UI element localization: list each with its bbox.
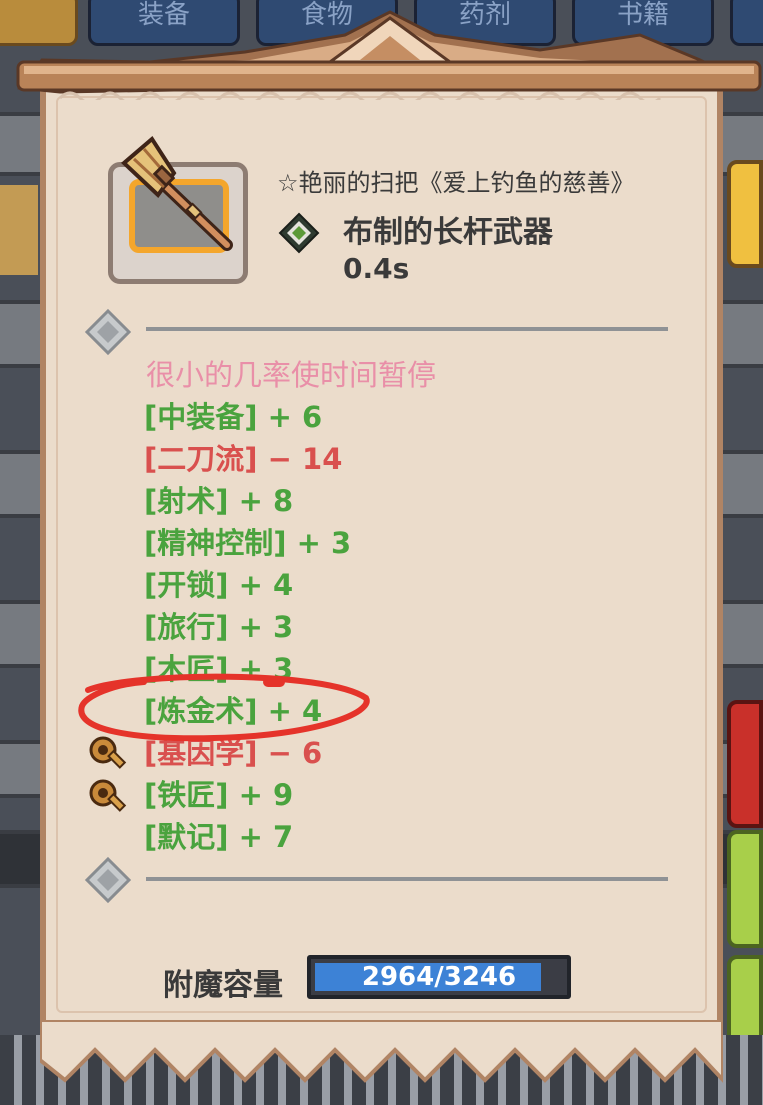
- stat-row: [默记] + 7: [144, 814, 293, 856]
- stat-value: + 4: [238, 568, 294, 602]
- stat-value: + 9: [238, 778, 294, 812]
- annotation-circle: [78, 673, 370, 742]
- stat-value: − 14: [267, 442, 343, 476]
- stat-name: [射术]: [144, 484, 229, 518]
- separator-line: [146, 327, 668, 331]
- stat-name: [二刀流]: [144, 442, 258, 476]
- stat-name: [精神控制]: [144, 526, 287, 560]
- stat-name: [旅行]: [144, 610, 229, 644]
- stat-value: + 6: [267, 400, 323, 434]
- stat-value: + 8: [238, 484, 294, 518]
- background-badge: [0, 185, 38, 275]
- stat-name: [开锁]: [144, 568, 229, 602]
- item-type: 布制的长杆武器: [343, 215, 553, 250]
- hammer-gear-icon: [89, 779, 127, 812]
- enchant-capacity-bar: 2964/3246: [307, 955, 571, 999]
- stat-value: + 3: [296, 526, 352, 560]
- stat-name: [铁匠]: [144, 778, 229, 812]
- stat-value: + 7: [238, 820, 294, 854]
- stat-name: [默记]: [144, 820, 229, 854]
- enchant-capacity-label: 附魔容量: [163, 968, 283, 1003]
- separator-line: [146, 877, 668, 881]
- enchant-capacity-value: 2964/3246: [361, 962, 517, 992]
- stat-row: [铁匠] + 9: [144, 772, 293, 814]
- stat-row: [射术] + 8: [144, 478, 293, 520]
- diamond-icon: [84, 308, 132, 356]
- tooltip-bottom-ornament: [40, 1020, 723, 1083]
- item-title: ☆艳丽的扫把《爱上钓鱼的慈善》: [277, 169, 635, 197]
- diamond-icon: [84, 856, 132, 904]
- stat-name: [中装备]: [144, 400, 258, 434]
- item-attack-speed: 0.4s: [343, 252, 410, 285]
- green-diamond-icon: [278, 212, 320, 254]
- stat-row: [中装备] + 6: [144, 394, 322, 436]
- background-green-button[interactable]: [727, 830, 763, 948]
- stat-row: [旅行] + 3: [144, 604, 293, 646]
- broom-icon: [121, 135, 233, 251]
- stat-value: + 3: [238, 610, 294, 644]
- background-red-button[interactable]: [727, 700, 763, 828]
- item-effect: 很小的几率使时间暂停: [146, 358, 437, 392]
- tooltip-top-ornament: [16, 10, 762, 100]
- background-yellow-button[interactable]: [727, 160, 763, 268]
- stat-row: [精神控制] + 3: [144, 520, 351, 562]
- stat-row: [开锁] + 4: [144, 562, 293, 604]
- stat-row: [二刀流] − 14: [144, 436, 342, 478]
